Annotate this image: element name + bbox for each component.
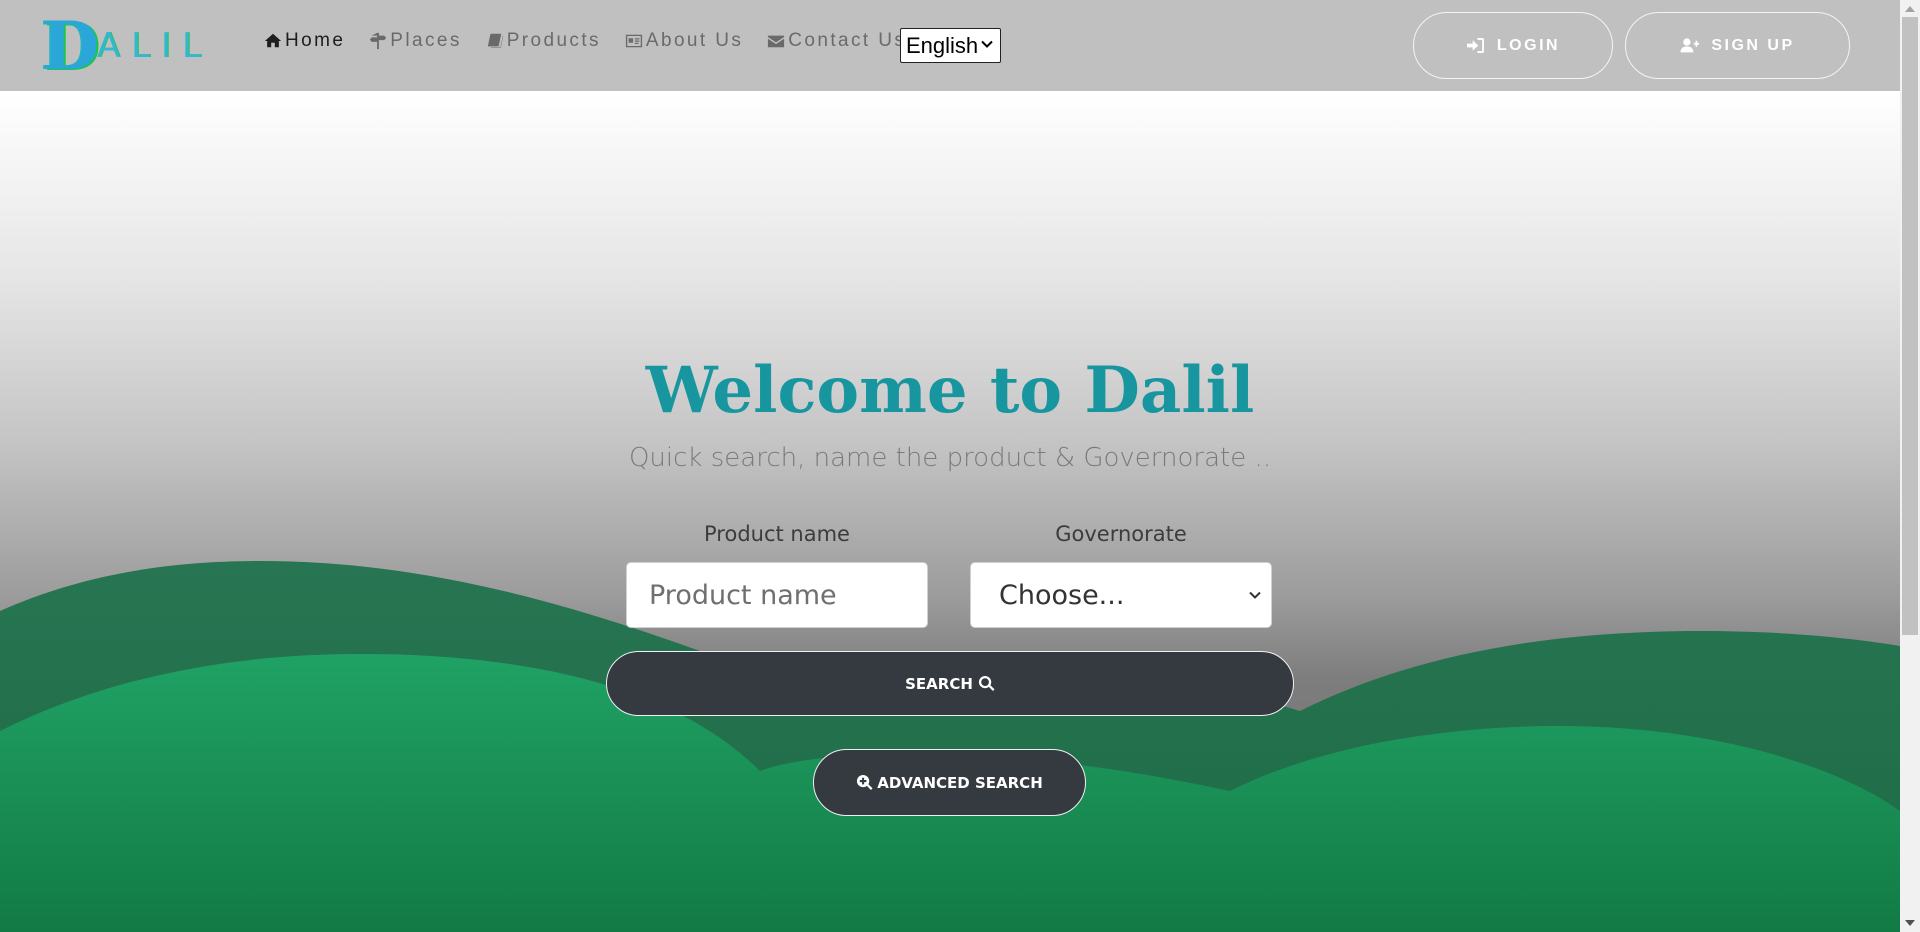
nav-label: Places — [390, 30, 462, 51]
login-label: LOGIN — [1496, 36, 1561, 54]
nav-item-places[interactable]: Places — [369, 30, 461, 52]
scroll-down-arrow[interactable] — [1905, 920, 1915, 926]
scroll-up-arrow[interactable] — [1905, 6, 1915, 12]
welcome-subtitle: Quick search, name the product & Governo… — [628, 443, 1272, 473]
governorate-label: Governorate — [1055, 522, 1187, 546]
nav-item-products[interactable]: Products — [486, 30, 601, 52]
envelope-icon — [768, 35, 785, 48]
add-user-icon — [1680, 38, 1700, 53]
product-name-input[interactable]: Product name — [626, 562, 928, 628]
logo-initial: D — [42, 7, 100, 85]
nav-item-contact[interactable]: Contact Us — [767, 30, 906, 52]
signup-button[interactable]: SIGN UP — [1625, 12, 1850, 79]
zoom-in-icon — [857, 774, 873, 790]
id-card-icon — [625, 34, 643, 48]
search-button[interactable]: SEARCH — [606, 651, 1294, 716]
main-nav: Home Places Products About Us Contact Us — [264, 30, 930, 52]
nav-item-about[interactable]: About Us — [625, 30, 743, 52]
signpost-icon — [370, 32, 387, 50]
language-select[interactable]: English — [900, 28, 1001, 63]
chevron-down-icon — [981, 40, 993, 48]
language-value: English — [906, 32, 979, 58]
governorate-value: Choose... — [999, 579, 1125, 611]
home-icon — [264, 33, 282, 48]
sign-in-icon — [1466, 37, 1484, 54]
advanced-search-label: ADVANCED SEARCH — [877, 773, 1043, 792]
welcome-title: Welcome to Dalil — [645, 353, 1255, 428]
dalil-logo[interactable]: D ALIL — [42, 7, 212, 85]
search-label: SEARCH — [905, 674, 973, 693]
signup-label: SIGN UP — [1711, 36, 1795, 54]
nav-label: About Us — [645, 30, 744, 51]
nav-item-home[interactable]: Home — [264, 30, 345, 52]
advanced-search-button[interactable]: ADVANCED SEARCH — [813, 749, 1086, 816]
governorate-select[interactable]: Choose... — [970, 562, 1272, 628]
page-scrollbar[interactable] — [1900, 0, 1920, 932]
product-name-placeholder: Product name — [649, 579, 837, 611]
search-icon — [978, 675, 995, 691]
nav-label: Home — [285, 30, 346, 51]
book-icon — [487, 33, 503, 48]
nav-label: Contact Us — [788, 30, 907, 51]
product-name-label: Product name — [704, 522, 850, 546]
login-button[interactable]: LOGIN — [1413, 12, 1613, 79]
scroll-thumb[interactable] — [1902, 17, 1918, 635]
nav-label: Products — [506, 30, 601, 51]
logo-text: ALIL — [96, 26, 212, 66]
top-navbar: D ALIL Home Places Products About Us Con… — [0, 0, 1900, 91]
chevron-down-icon — [1249, 591, 1261, 599]
